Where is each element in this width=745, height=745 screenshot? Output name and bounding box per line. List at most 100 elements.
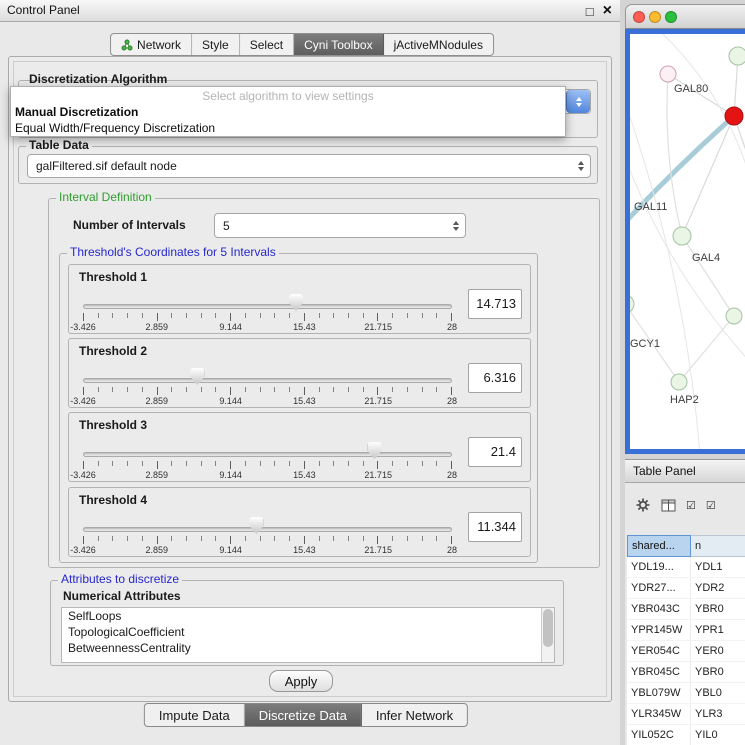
node-table: shared... n YDL19...YDL1YDR27...YDR2YBR0… — [627, 535, 745, 745]
table-row[interactable]: YPR145WYPR1 — [627, 620, 745, 641]
tab-label: Discretize Data — [259, 708, 347, 723]
attributes-list: SelfLoopsTopologicalCoefficientBetweenne… — [62, 608, 554, 656]
network-node[interactable] — [671, 374, 687, 390]
close-icon[interactable]: × — [603, 1, 612, 21]
column-header[interactable]: shared... — [627, 535, 691, 557]
table-row[interactable]: YER054CYER0 — [627, 641, 745, 662]
network-node[interactable] — [729, 47, 745, 65]
zoom-window-icon[interactable] — [665, 11, 677, 23]
tab-impute-data[interactable]: Impute Data — [145, 704, 245, 726]
tab-infer-network[interactable]: Infer Network — [362, 704, 467, 726]
gear-icon[interactable] — [635, 497, 651, 513]
network-edge — [682, 236, 734, 316]
list-item[interactable]: SelfLoops — [62, 608, 554, 624]
scale-label: 9.144 — [219, 470, 242, 480]
close-window-icon[interactable] — [633, 11, 645, 23]
table-cell: YER054C — [627, 641, 691, 661]
scale-label: 2.859 — [146, 396, 169, 406]
minimize-window-icon[interactable] — [649, 11, 661, 23]
threshold-value-field[interactable]: 6.316 — [468, 363, 522, 393]
threshold-label: Threshold 1 — [79, 270, 147, 284]
dropdown-option[interactable]: Manual Discretization — [11, 104, 565, 120]
table-row[interactable]: YBL079WYBL0 — [627, 683, 745, 704]
table-row[interactable]: YDL19...YDL1 — [627, 557, 745, 578]
threshold-value-field[interactable]: 11.344 — [468, 512, 522, 542]
slider-track[interactable] — [83, 527, 452, 532]
network-node[interactable] — [726, 308, 742, 324]
list-item[interactable]: TopologicalCoefficient — [62, 624, 554, 640]
combo-stepper-icon[interactable] — [566, 90, 590, 113]
interval-definition-group: Interval Definition Number of Intervals … — [48, 198, 600, 568]
table-header-row: shared... n — [627, 535, 745, 557]
slider-ticks — [83, 387, 452, 395]
threshold-slider[interactable]: -3.4262.8599.14415.4321.71528 — [83, 367, 452, 405]
threshold-value-field[interactable]: 14.713 — [468, 289, 522, 319]
slider-track[interactable] — [83, 452, 452, 457]
dropdown-placeholder: Select algorithm to view settings — [11, 88, 565, 104]
table-data-combobox[interactable]: galFiltered.sif default node — [27, 154, 591, 178]
list-item[interactable]: BetweennessCentrality — [62, 640, 554, 656]
network-node[interactable] — [660, 66, 676, 82]
network-icon — [121, 39, 133, 51]
dropdown-option[interactable]: Equal Width/Frequency Discretization — [11, 120, 565, 136]
threshold-label: Threshold 2 — [79, 344, 147, 358]
stepper-icon[interactable] — [453, 221, 459, 231]
slider-ticks — [83, 461, 452, 469]
tab-discretize-data[interactable]: Discretize Data — [245, 704, 362, 726]
checkbox-icon[interactable]: ☑ — [686, 499, 696, 512]
scale-label: 21.715 — [364, 545, 392, 555]
table-cell: YPR145W — [627, 620, 691, 640]
stepper-icon[interactable] — [578, 161, 584, 171]
screenshot-root: Control Panel □ × NetworkStyleSelectCyni… — [0, 0, 745, 745]
column-header[interactable]: n — [691, 535, 745, 557]
list-scrollbar[interactable] — [541, 608, 554, 662]
table-cell: YLR345W — [627, 704, 691, 724]
number-of-intervals-label: Number of Intervals — [73, 218, 186, 232]
float-window-icon[interactable]: □ — [586, 1, 594, 22]
scrollbar-thumb[interactable] — [543, 609, 553, 647]
tab-style[interactable]: Style — [192, 34, 240, 55]
table-row[interactable]: YLR345WYLR3 — [627, 704, 745, 725]
tab-network[interactable]: Network — [111, 34, 192, 55]
bottom-tab-bar: Impute Data Discretize Data Infer Network — [144, 703, 468, 727]
network-window: GAL80GAL11GAL4GCY1HAP2 — [625, 4, 745, 454]
scale-label: 2.859 — [146, 545, 169, 555]
threshold-slider[interactable]: -3.4262.8599.14415.4321.71528 — [83, 441, 452, 479]
table-cell: YPR1 — [691, 620, 745, 640]
threshold-slider[interactable]: -3.4262.8599.14415.4321.71528 — [83, 516, 452, 554]
tab-select[interactable]: Select — [240, 34, 294, 55]
node-label: GAL11 — [634, 201, 667, 213]
table-row[interactable]: YBR045CYBR0 — [627, 662, 745, 683]
slider-ticks — [83, 313, 452, 321]
apply-button[interactable]: Apply — [269, 670, 333, 692]
scale-label: 28 — [447, 470, 457, 480]
network-node[interactable] — [630, 295, 634, 313]
threshold-box: Threshold 1 -3.4262.8599.14415.4321.71528… — [68, 264, 531, 334]
table-row[interactable]: YBR043CYBR0 — [627, 599, 745, 620]
threshold-slider[interactable]: -3.4262.8599.14415.4321.71528 — [83, 293, 452, 331]
slider-track[interactable] — [83, 304, 452, 309]
tab-cyni-toolbox[interactable]: Cyni Toolbox — [294, 34, 383, 55]
table-row[interactable]: YDR27...YDR2 — [627, 578, 745, 599]
tab-label: Select — [250, 38, 283, 52]
network-edge — [630, 144, 745, 364]
checkbox-icon[interactable]: ☑ — [706, 499, 716, 512]
scale-label: 28 — [447, 396, 457, 406]
network-edge — [682, 116, 734, 236]
intervals-combobox[interactable]: 5 — [214, 213, 466, 238]
slider-track[interactable] — [83, 378, 452, 383]
columns-icon[interactable] — [661, 499, 676, 512]
slider-scale: -3.4262.8599.14415.4321.71528 — [83, 470, 452, 480]
network-node[interactable] — [725, 107, 743, 125]
table-row[interactable]: YIL052CYIL0 — [627, 725, 745, 745]
top-tab-bar: Network Style Select Cyni ToolboxjActiveMNo… — [110, 33, 494, 56]
combo-value: galFiltered.sif default node — [28, 159, 177, 173]
network-canvas[interactable]: GAL80GAL11GAL4GCY1HAP2 — [625, 29, 745, 454]
network-node[interactable] — [673, 227, 691, 245]
tab-jactivemnodules[interactable]: jActiveMNodules — [384, 34, 493, 55]
dropdown-options: Manual DiscretizationEqual Width/Frequen… — [11, 104, 565, 136]
tab-label: Infer Network — [376, 708, 453, 723]
group-label: Discretization Algorithm — [26, 72, 170, 86]
threshold-value-field[interactable]: 21.4 — [468, 437, 522, 467]
tab-label: Style — [202, 38, 229, 52]
